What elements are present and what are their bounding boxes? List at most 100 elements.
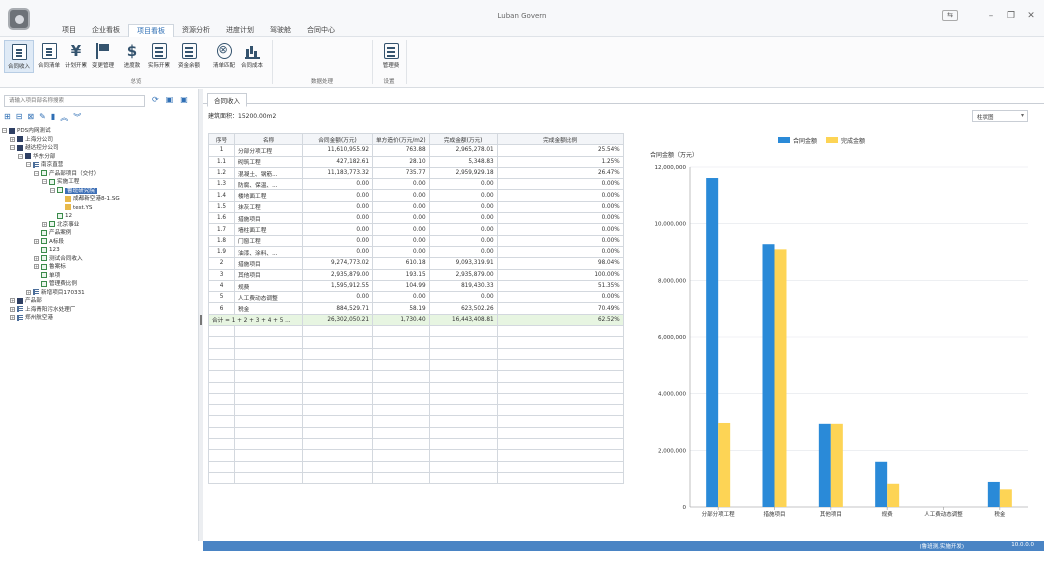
table-row[interactable]: 1.9 油漆、涂料、... 0.00 0.00 0.00 0.00% — [208, 245, 624, 259]
table-row[interactable]: 1.8 门窗工程 0.00 0.00 0.00 0.00% — [208, 234, 624, 247]
ribbon-button[interactable]: 管理费 — [376, 40, 406, 73]
expand-icon[interactable]: + — [34, 238, 39, 244]
expand-panel-icon[interactable]: ▣ — [180, 95, 188, 104]
ribbon-button[interactable]: 资金余额 — [174, 40, 204, 73]
tree-node[interactable]: 产品案例 — [2, 229, 197, 238]
tree-edit-icon[interactable]: ⊠ — [27, 112, 34, 123]
expand-all-icon[interactable]: ︾ — [73, 112, 81, 123]
tree-copy-icon[interactable]: ⊟ — [16, 112, 23, 123]
tab-contract-income[interactable]: 合同收入 — [207, 93, 247, 107]
pencil-icon[interactable]: ✎ — [39, 112, 46, 123]
expand-icon[interactable]: + — [10, 306, 15, 312]
table-row[interactable]: 1.1 砌筑工程 427,182.61 28.10 5,348.83 1.25% — [208, 155, 624, 168]
grid-icon[interactable]: ▣ — [166, 95, 174, 104]
table-row[interactable]: 4 规费 1,595,912.55 104.99 819,430.33 51.35% — [208, 279, 624, 293]
collapse-icon[interactable]: − — [42, 179, 47, 184]
chart-type-select[interactable]: 柱状图 — [972, 110, 1028, 122]
tree-node[interactable]: 成都新空港8-1.SG — [2, 195, 197, 204]
refresh-icon[interactable]: ⟳ — [152, 95, 159, 104]
tree-node[interactable]: 12 — [2, 212, 197, 221]
menu-item[interactable]: 项目 — [54, 24, 84, 37]
table-row[interactable]: 1.7 墙柱面工程 0.00 0.00 0.00 0.00% — [208, 223, 624, 236]
table-row[interactable]: 2 措施项目 9,274,773.02 610.18 9,093,319.91 98.04… — [208, 257, 624, 270]
collapse-icon[interactable]: − — [34, 170, 39, 176]
table-row[interactable]: 1.6 措施项目 0.00 0.00 0.00 0.00% — [208, 212, 624, 225]
tree-node[interactable]: + A标段 — [2, 238, 197, 247]
table-row[interactable]: 1.5 抹灰工程 0.00 0.00 0.00 0.00% — [208, 200, 624, 214]
column-header[interactable]: 完成金额(万元) — [428, 132, 498, 146]
ribbon-button[interactable]: 合同成本 — [237, 40, 267, 73]
menu-item[interactable]: 合同中心 — [299, 24, 343, 37]
table-cell: 0.00% — [496, 200, 624, 214]
tree-node[interactable]: + 上海分公司 — [2, 136, 197, 145]
column-header[interactable]: 名称 — [234, 132, 303, 146]
table-cell: 1.2 — [208, 166, 235, 180]
table-row[interactable]: 1.3 防腐、保温、... 0.00 0.00 0.00 0.00% — [208, 178, 624, 191]
table-cell: 0.00 — [372, 234, 430, 247]
collapse-icon[interactable]: − — [18, 153, 23, 159]
close-icon[interactable]: ✕ — [1026, 11, 1036, 21]
collapse-icon[interactable]: − — [26, 162, 31, 167]
table-row[interactable]: 1.4 楼地面工程 0.00 0.00 0.00 0.00% — [208, 189, 624, 202]
expand-icon[interactable]: + — [42, 221, 47, 227]
tree-node[interactable]: + 测试合同收入 — [2, 255, 197, 264]
empty-cell — [234, 392, 303, 406]
collapse-icon[interactable]: − — [2, 128, 7, 133]
tree-node[interactable]: 管理费比例 — [2, 280, 197, 289]
menu-item[interactable]: 资源分析 — [174, 24, 218, 37]
tree-node-label: 12 — [65, 213, 73, 219]
tree-node[interactable]: test.YS — [2, 204, 197, 213]
expand-icon[interactable]: + — [10, 315, 15, 320]
minimize-icon[interactable]: – — [986, 11, 996, 21]
tree-node[interactable]: 单项 — [2, 272, 197, 281]
collapse-all-icon[interactable]: ︽ — [60, 112, 68, 123]
tree-node[interactable]: − 南京直营 — [2, 161, 197, 170]
expand-icon[interactable]: + — [34, 255, 39, 261]
project-search-input[interactable] — [4, 95, 145, 107]
menu-item[interactable]: 驾驶舱 — [262, 24, 299, 37]
tree-node[interactable]: + 北京事业 — [2, 221, 197, 230]
expand-icon[interactable]: + — [10, 298, 15, 303]
tree-node[interactable]: + 鲁案标 — [2, 263, 197, 272]
collapse-icon[interactable]: − — [10, 145, 15, 150]
column-header[interactable]: 单方造价(万元/m2) — [372, 132, 430, 146]
tree-node[interactable]: − 鲁班研究院 — [2, 187, 197, 196]
tree-node[interactable]: + 郑州航空港 — [2, 314, 197, 323]
table-row[interactable]: 3 其他项目 2,935,879.00 193.15 2,935,879.00 100.0… — [208, 268, 624, 281]
expand-icon[interactable]: + — [10, 136, 15, 142]
help-icon[interactable]: ⇆ — [942, 10, 958, 21]
fund-balance-icon — [181, 43, 197, 59]
table-cell: 0.00 — [302, 234, 373, 247]
tree-add-icon[interactable]: ⊞ — [4, 112, 11, 123]
menu-item[interactable]: 企业看板 — [84, 24, 128, 37]
empty-cell — [372, 392, 430, 406]
collapse-icon[interactable]: − — [50, 187, 55, 193]
empty-cell — [496, 426, 624, 440]
expand-icon[interactable]: + — [26, 289, 31, 295]
tree-node[interactable]: 123 — [2, 246, 197, 255]
tree-node[interactable]: + 上海青阳污水处理厂 — [2, 306, 197, 315]
empty-cell — [496, 336, 624, 349]
delete-icon[interactable]: ▮ — [51, 112, 55, 123]
tree-node[interactable]: − 实施工程 — [2, 178, 197, 187]
tree-toolbar: ⊞ ⊟ ⊠ ✎ ▮ ︽ ︾ — [4, 112, 81, 123]
table-row[interactable]: 1 分部分项工程 11,610,955.92 763.88 2,965,278.01 25… — [208, 144, 624, 157]
expand-icon[interactable]: + — [34, 264, 39, 269]
tree-node[interactable]: + 产品部 — [2, 297, 197, 306]
menu-item[interactable]: 项目看板 — [128, 24, 174, 37]
empty-cell — [428, 392, 498, 406]
empty-row — [208, 471, 624, 485]
table-row[interactable]: 6 税金 884,529.71 58.19 623,502.26 70.49% — [208, 302, 624, 315]
tree-node[interactable]: + 新增项目170331 — [2, 289, 197, 298]
table-row[interactable]: 1.2 混凝土、钢筋... 11,183,773.32 735.77 2,959,929… — [208, 166, 624, 180]
column-header[interactable]: 序号 — [208, 132, 235, 146]
tree-node[interactable]: − PDS内网测试 — [2, 127, 197, 136]
column-header[interactable]: 合同金额(万元) — [302, 132, 373, 146]
tree-node[interactable]: − 华东分部 — [2, 153, 197, 162]
tree-node[interactable]: − 产品部项目（交付） — [2, 170, 197, 179]
column-header[interactable]: 完成金额比例 — [496, 132, 624, 146]
restore-icon[interactable]: ❐ — [1006, 11, 1016, 21]
menu-item[interactable]: 进度计划 — [218, 24, 262, 37]
table-row[interactable]: 5 人工费动态调整 0.00 0.00 0.00 0.00% — [208, 291, 624, 304]
tree-node[interactable]: − 越达控分公司 — [2, 144, 197, 153]
